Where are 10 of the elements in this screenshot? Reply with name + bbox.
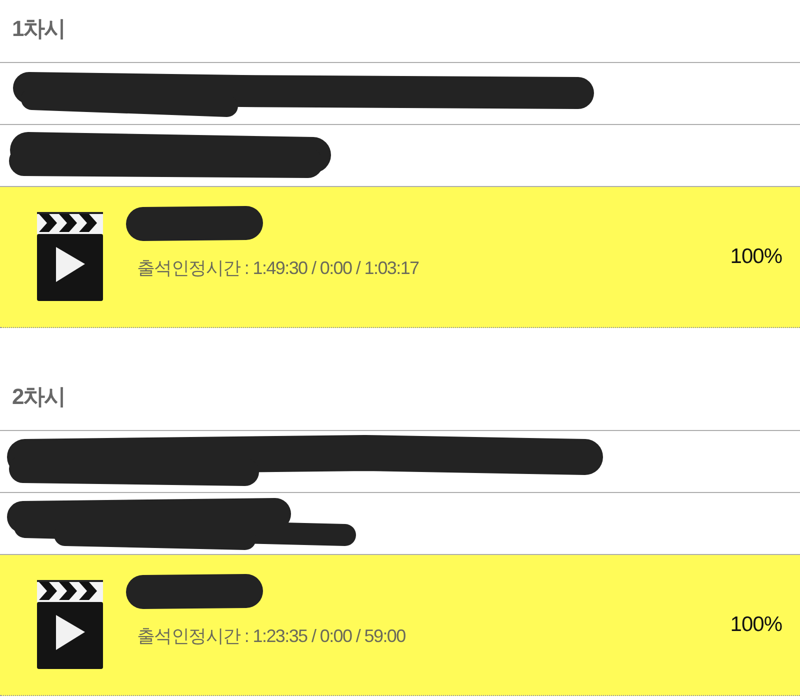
clapperboard-play-icon xyxy=(37,580,103,669)
clapperboard-play-icon xyxy=(37,212,103,301)
session-title: 2차시 xyxy=(12,383,66,411)
progress-percent: 100% xyxy=(730,613,782,637)
lecture-item[interactable]: 출석인정시간 : 1:49:30 / 0:00 / 1:03:17 100% xyxy=(0,187,800,328)
attendance-time: 출석인정시간 : 1:49:30 / 0:00 / 1:03:17 xyxy=(137,257,419,280)
lecture-item[interactable]: 출석인정시간 : 1:23:35 / 0:00 / 59:00 100% xyxy=(0,555,800,696)
attendance-time: 출석인정시간 : 1:23:35 / 0:00 / 59:00 xyxy=(137,625,406,648)
progress-percent: 100% xyxy=(730,245,782,269)
session-title: 1차시 xyxy=(12,15,66,43)
